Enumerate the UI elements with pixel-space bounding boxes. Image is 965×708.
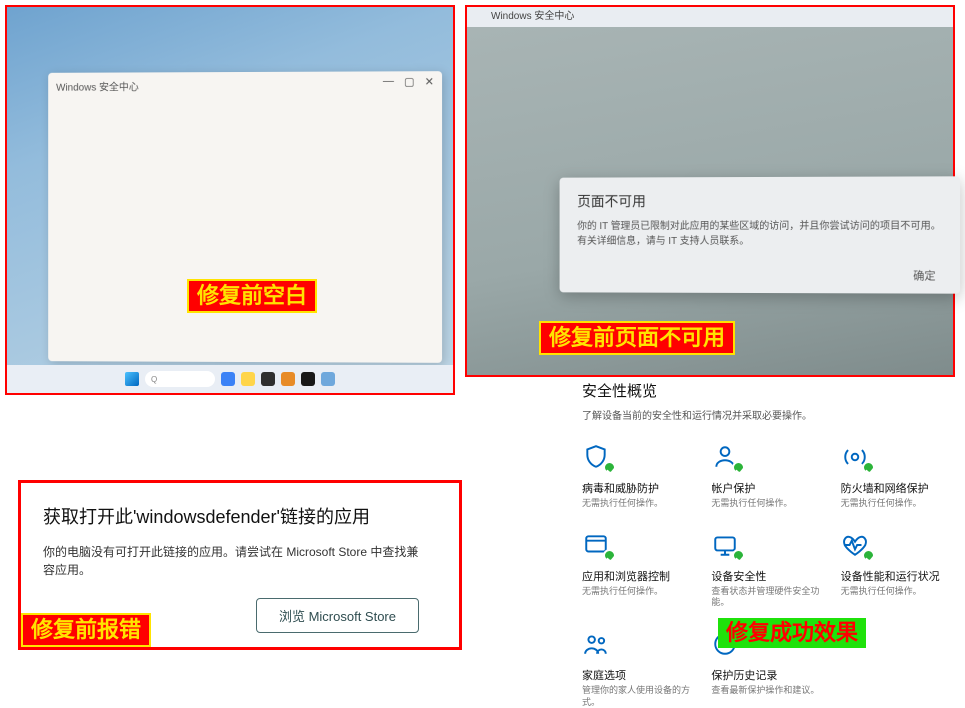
window-title: Windows 安全中心 bbox=[56, 78, 139, 93]
tile-title: 保护历史记录 bbox=[711, 667, 832, 683]
before-error-dialog: 获取打开此'windowsdefender'链接的应用 你的电脑没有可打开此链接… bbox=[18, 480, 462, 650]
close-icon[interactable]: ✕ bbox=[425, 75, 434, 88]
tile-desc: 查看状态并管理硬件安全功能。 bbox=[711, 586, 832, 609]
after-success-panel: 安全性概览 了解设备当前的安全性和运行情况并采取必要操作。 病毒和威胁防护 无需… bbox=[582, 380, 962, 708]
tile-desc: 无需执行任何操作。 bbox=[841, 586, 962, 598]
tile-app-browser[interactable]: 应用和浏览器控制 无需执行任何操作。 bbox=[582, 532, 703, 609]
taskbar-app-icon[interactable] bbox=[281, 372, 295, 386]
caption-after-success: 修复成功效果 bbox=[718, 618, 866, 648]
device-security-icon bbox=[711, 532, 743, 560]
heart-pulse-icon bbox=[841, 532, 873, 560]
caption-before-error: 修复前报错 bbox=[21, 613, 151, 647]
taskbar: Q bbox=[7, 365, 453, 393]
tile-account-protection[interactable]: 帐户保护 无需执行任何操作。 bbox=[711, 444, 832, 510]
tile-family-options[interactable]: 家庭选项 管理你的家人使用设备的方式。 bbox=[582, 631, 703, 708]
status-ok-icon bbox=[603, 549, 616, 562]
maximize-icon[interactable]: ▢ bbox=[404, 75, 415, 88]
taskbar-app-icon[interactable] bbox=[261, 372, 275, 386]
minimize-icon[interactable]: — bbox=[383, 75, 394, 88]
status-ok-icon bbox=[603, 461, 616, 474]
tile-title: 应用和浏览器控制 bbox=[582, 568, 703, 584]
security-tiles-grid: 病毒和威胁防护 无需执行任何操作。 帐户保护 无需执行任何操作。 防火墙和网络保… bbox=[582, 444, 962, 708]
security-center-window-blank: Windows 安全中心 — ▢ ✕ bbox=[48, 71, 442, 363]
caption-before-blank: 修复前空白 bbox=[187, 279, 317, 313]
tile-desc: 无需执行任何操作。 bbox=[582, 586, 703, 598]
taskbar-search[interactable]: Q bbox=[145, 371, 215, 387]
before-unavailable-panel: Windows 安全中心 页面不可用 你的 IT 管理员已限制对此应用的某些区域… bbox=[465, 5, 955, 377]
taskbar-app-icon[interactable] bbox=[241, 372, 255, 386]
tile-title: 家庭选项 bbox=[582, 667, 703, 683]
security-overview-title: 安全性概览 bbox=[582, 380, 962, 401]
window-title: Windows 安全中心 bbox=[467, 7, 953, 27]
dialog-title: 页面不可用 bbox=[577, 191, 942, 212]
shield-icon bbox=[582, 444, 614, 472]
before-blank-panel: Windows 安全中心 — ▢ ✕ Q 修复前空白 bbox=[5, 5, 455, 395]
tile-desc: 查看最新保护操作和建议。 bbox=[711, 685, 832, 697]
status-ok-icon bbox=[862, 549, 875, 562]
firewall-icon bbox=[841, 444, 873, 472]
taskbar-app-icon[interactable] bbox=[221, 372, 235, 386]
dialog-heading: 获取打开此'windowsdefender'链接的应用 bbox=[43, 503, 437, 529]
page-unavailable-dialog: 页面不可用 你的 IT 管理员已限制对此应用的某些区域的访问，并且你尝试访问的项… bbox=[560, 176, 961, 293]
tile-firewall[interactable]: 防火墙和网络保护 无需执行任何操作。 bbox=[841, 444, 962, 510]
ok-button[interactable]: 确定 bbox=[913, 267, 935, 283]
browse-store-button[interactable]: 浏览 Microsoft Store bbox=[256, 598, 419, 633]
family-icon bbox=[582, 631, 614, 659]
tile-desc: 无需执行任何操作。 bbox=[841, 498, 962, 510]
status-ok-icon bbox=[732, 549, 745, 562]
tile-device-security[interactable]: 设备安全性 查看状态并管理硬件安全功能。 bbox=[711, 532, 832, 609]
account-icon bbox=[711, 444, 743, 472]
tile-performance-health[interactable]: 设备性能和运行状况 无需执行任何操作。 bbox=[841, 532, 962, 609]
tile-desc: 无需执行任何操作。 bbox=[711, 498, 832, 510]
status-ok-icon bbox=[862, 461, 875, 474]
tile-title: 设备安全性 bbox=[711, 568, 832, 584]
start-icon[interactable] bbox=[125, 372, 139, 386]
tile-virus-threat[interactable]: 病毒和威胁防护 无需执行任何操作。 bbox=[582, 444, 703, 510]
status-ok-icon bbox=[732, 461, 745, 474]
tile-desc: 管理你的家人使用设备的方式。 bbox=[582, 685, 703, 708]
dialog-body: 你的电脑没有可打开此链接的应用。请尝试在 Microsoft Store 中查找… bbox=[43, 543, 423, 579]
security-overview-sub: 了解设备当前的安全性和运行情况并采取必要操作。 bbox=[582, 407, 962, 422]
tile-title: 病毒和威胁防护 bbox=[582, 480, 703, 496]
tile-title: 帐户保护 bbox=[711, 480, 832, 496]
tile-title: 设备性能和运行状况 bbox=[841, 568, 962, 584]
dialog-body: 你的 IT 管理员已限制对此应用的某些区域的访问，并且你尝试访问的项目不可用。有… bbox=[577, 219, 942, 249]
caption-before-unavailable: 修复前页面不可用 bbox=[539, 321, 735, 355]
tile-title: 防火墙和网络保护 bbox=[841, 480, 962, 496]
window-controls: — ▢ ✕ bbox=[383, 75, 434, 88]
taskbar-app-icon[interactable] bbox=[321, 372, 335, 386]
taskbar-app-icon[interactable] bbox=[301, 372, 315, 386]
tile-desc: 无需执行任何操作。 bbox=[582, 498, 703, 510]
app-browser-icon bbox=[582, 532, 614, 560]
